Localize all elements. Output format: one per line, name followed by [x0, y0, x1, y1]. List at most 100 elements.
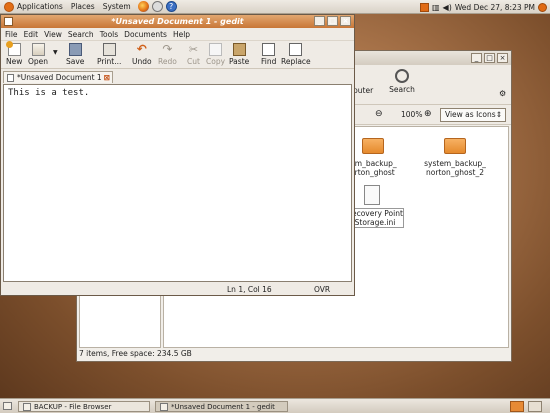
cursor-position: Ln 1, Col 16	[227, 285, 272, 294]
minimize-button[interactable]: _	[471, 53, 482, 63]
gedit-titlebar[interactable]: *Unsaved Document 1 - gedit _ □ ×	[1, 15, 354, 28]
dropdown-arrow-icon: ⇕	[495, 110, 502, 119]
save-button[interactable]: Save	[66, 43, 84, 66]
maximize-button[interactable]: □	[327, 16, 338, 26]
copy-label: Copy	[206, 57, 226, 66]
copy-button[interactable]: Copy	[206, 43, 225, 66]
redo-icon: ↷	[162, 42, 173, 56]
search-button[interactable]: Search	[385, 69, 419, 94]
clock[interactable]: Wed Dec 27, 8:23 PM	[455, 3, 535, 12]
menu-edit[interactable]: Edit	[24, 30, 39, 39]
gedit-menubar: File Edit View Search Tools Documents He…	[1, 28, 354, 40]
view-mode-select[interactable]: View as Icons ⇕	[440, 108, 506, 122]
taskbar-label: BACKUP - File Browser	[34, 402, 112, 411]
open-recent-dropdown-icon[interactable]: ▼	[53, 49, 58, 56]
taskbar-label: *Unsaved Document 1 - gedit	[171, 402, 275, 411]
find-icon	[262, 43, 276, 56]
save-label: Save	[66, 57, 85, 66]
undo-icon: ↶	[136, 42, 147, 56]
gedit-window: *Unsaved Document 1 - gedit _ □ × File E…	[0, 14, 355, 296]
system-tray: ▥ ◀) Wed Dec 27, 8:23 PM	[419, 0, 550, 14]
ubuntu-logo-icon	[4, 1, 14, 12]
folder-icon[interactable]	[444, 138, 466, 154]
print-label: Print...	[97, 57, 122, 66]
update-notifier-icon[interactable]	[419, 2, 429, 12]
file-item-label[interactable]: system_backup_ norton_ghost_2	[417, 159, 493, 177]
copy-icon	[209, 43, 223, 56]
help-icon[interactable]: ?	[165, 1, 177, 12]
close-tab-icon[interactable]: ⊠	[104, 73, 110, 82]
computer-label: puter	[353, 86, 374, 95]
firefox-icon[interactable]	[137, 1, 149, 12]
search-icon	[395, 69, 409, 83]
system-label: System	[102, 2, 131, 11]
menu-help[interactable]: Help	[173, 30, 190, 39]
open-label: Open	[28, 57, 49, 66]
computer-button[interactable]: puter	[353, 86, 373, 95]
zoom-in-icon[interactable]: ⊕	[424, 109, 432, 119]
folder-icon[interactable]	[362, 138, 384, 154]
mail-icon[interactable]	[151, 1, 163, 12]
printer-icon	[102, 43, 116, 56]
undo-button[interactable]: ↶ Undo	[132, 42, 152, 67]
close-button[interactable]: ×	[340, 16, 351, 26]
find-label: Find	[261, 57, 277, 66]
replace-button[interactable]: Replace	[281, 43, 311, 66]
document-icon	[7, 73, 14, 82]
print-button[interactable]: Print...	[97, 43, 121, 66]
system-menu[interactable]: System	[99, 0, 135, 14]
editor-content: This is a test.	[8, 88, 90, 98]
menu-view[interactable]: View	[44, 30, 62, 39]
gedit-statusbar: Ln 1, Col 16 OVR	[1, 284, 354, 295]
power-icon[interactable]	[538, 2, 547, 12]
network-icon[interactable]: ▥	[432, 3, 440, 12]
places-label: Places	[70, 2, 95, 11]
close-button[interactable]: ×	[497, 53, 508, 63]
bottom-panel: BACKUP - File Browser *Unsaved Document …	[0, 398, 550, 413]
insert-mode: OVR	[314, 285, 331, 294]
replace-icon	[289, 43, 303, 56]
clipboard-icon	[232, 43, 246, 56]
find-button[interactable]: Find	[261, 43, 276, 66]
paste-button[interactable]: Paste	[229, 43, 249, 66]
document-icon[interactable]	[364, 185, 380, 205]
maximize-button[interactable]: □	[484, 53, 495, 63]
taskbar-item-file-browser[interactable]: BACKUP - File Browser	[18, 401, 150, 412]
workspace-switcher[interactable]	[510, 401, 524, 412]
top-panel: Applications Places System ? ▥ ◀) Wed De…	[0, 0, 550, 14]
view-mode-value: View as Icons	[445, 110, 496, 119]
cut-button[interactable]: ✂ Cut	[187, 43, 200, 66]
zoom-out-icon[interactable]: ⊖	[375, 109, 383, 119]
trash-icon[interactable]	[528, 401, 542, 412]
menu-tools[interactable]: Tools	[100, 30, 118, 39]
cut-label: Cut	[187, 57, 200, 66]
zoom-level: 100%	[401, 110, 423, 119]
undo-label: Undo	[132, 57, 152, 66]
new-button[interactable]: New	[5, 41, 23, 66]
menu-documents[interactable]: Documents	[124, 30, 167, 39]
save-icon	[68, 43, 82, 56]
open-button[interactable]: Open	[28, 43, 48, 66]
places-menu[interactable]: Places	[67, 0, 99, 14]
text-editor-icon	[160, 402, 168, 411]
scissors-icon: ✂	[188, 43, 199, 56]
gedit-toolbar: New Open ▼ Save Print... ↶ Undo ↷ Redo ✂ Cu…	[1, 40, 354, 69]
taskbar-item-gedit[interactable]: *Unsaved Document 1 - gedit	[155, 401, 288, 412]
tab-unsaved-document[interactable]: *Unsaved Document 1 ⊠	[3, 71, 113, 83]
window-title: *Unsaved Document 1 - gedit	[111, 17, 244, 26]
redo-button[interactable]: ↷ Redo	[158, 42, 177, 67]
throbber-icon: ⚙	[499, 89, 507, 98]
menu-search[interactable]: Search	[68, 30, 94, 39]
menu-file[interactable]: File	[5, 30, 18, 39]
open-icon	[31, 43, 45, 56]
redo-label: Redo	[158, 57, 177, 66]
volume-icon[interactable]: ◀)	[443, 3, 452, 12]
replace-label: Replace	[281, 57, 311, 66]
new-label: New	[6, 57, 23, 66]
new-document-icon	[5, 41, 21, 56]
text-editor-area[interactable]: This is a test.	[3, 84, 352, 282]
minimize-button[interactable]: _	[314, 16, 325, 26]
paste-label: Paste	[229, 57, 250, 66]
applications-menu[interactable]: Applications	[0, 0, 67, 14]
show-desktop-icon[interactable]	[3, 402, 12, 410]
